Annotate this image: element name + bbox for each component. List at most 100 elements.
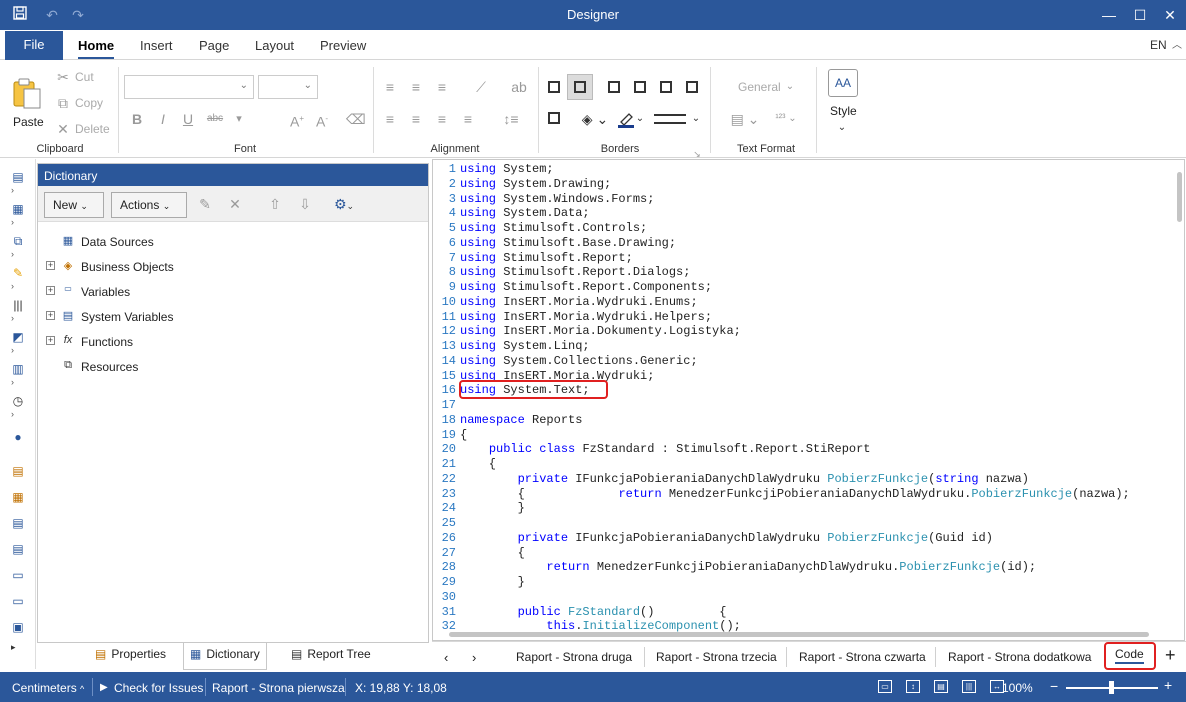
chevron-right-icon[interactable]: › — [11, 313, 14, 323]
page-height-icon[interactable]: ↕ — [906, 680, 920, 693]
align-top-right-icon[interactable]: ≡ — [434, 78, 450, 96]
multi-page-icon[interactable]: ||| — [962, 680, 976, 693]
border-style-icon[interactable] — [654, 114, 686, 124]
barcode-icon[interactable]: ||| — [9, 298, 27, 312]
chevron-up-icon[interactable]: ︿ — [1172, 36, 1182, 51]
code-line[interactable]: 30 — [433, 590, 1168, 605]
tree-item-system-variables[interactable]: + ▤ System Variables — [38, 307, 418, 327]
code-line[interactable]: 27 { — [433, 546, 1168, 561]
text-angle-icon[interactable]: ⟋ — [470, 78, 492, 96]
align-justify-icon[interactable]: ≡ — [460, 110, 476, 128]
paste-button[interactable]: Paste — [13, 115, 44, 129]
tab-properties[interactable]: ▤ Properties — [89, 643, 172, 670]
tab-code[interactable]: Code — [1115, 647, 1144, 664]
report-summary-icon[interactable]: ▣ — [9, 620, 27, 634]
zoom-in-icon[interactable]: + — [1164, 677, 1172, 693]
move-down-icon[interactable]: ⇩ — [296, 195, 314, 213]
code-line[interactable]: 29 } — [433, 575, 1168, 590]
shape-icon[interactable]: ◩ — [9, 330, 27, 344]
tree-item-variables[interactable]: + ▭ Variables — [38, 282, 418, 302]
style-button[interactable]: Style — [830, 104, 857, 118]
border-left-icon[interactable] — [634, 81, 646, 93]
code-line[interactable]: 31 public FzStandard() { — [433, 605, 1168, 620]
report-title-icon[interactable]: ▦ — [9, 490, 27, 504]
gauge-icon[interactable]: ◷ — [9, 394, 27, 408]
border-outside-icon[interactable] — [548, 112, 560, 124]
zoom-out-icon[interactable]: − — [1050, 678, 1058, 694]
chevron-right-icon[interactable]: › — [11, 377, 14, 387]
code-line[interactable]: 25 — [433, 516, 1168, 531]
chevron-right-icon[interactable]: › — [11, 409, 14, 419]
style-icon[interactable]: AA — [828, 69, 858, 97]
language-selector[interactable]: EN — [1150, 38, 1167, 52]
fill-color-icon[interactable]: ◈ ⌄ — [580, 110, 610, 128]
format-icon[interactable]: ▤ ⌄ — [730, 110, 760, 128]
zoom-slider-thumb[interactable] — [1109, 681, 1114, 694]
check-issues-button[interactable]: Check for Issues — [114, 681, 203, 695]
tab-insert[interactable]: Insert — [140, 38, 173, 53]
expand-icon[interactable]: + — [46, 286, 55, 295]
align-right-icon[interactable]: ≡ — [434, 110, 450, 128]
bold-icon[interactable]: B — [128, 110, 146, 128]
code-line[interactable]: 12 using InsERT.Moria.Dokumenty.Logistyka… — [433, 324, 1168, 339]
units-selector[interactable]: Centimeters ^ — [12, 681, 84, 695]
chevron-right-icon[interactable]: › — [11, 185, 14, 195]
single-page-icon[interactable]: ▤ — [934, 680, 948, 693]
tree-item-business-objects[interactable]: + ◈ Business Objects — [38, 257, 418, 277]
code-line[interactable]: 24 } — [433, 501, 1168, 516]
code-line[interactable]: 20 public class FzStandard : Stimulsoft.… — [433, 442, 1168, 457]
italic-icon[interactable]: I — [154, 110, 172, 128]
shrink-font-icon[interactable]: A- — [313, 110, 331, 131]
code-line[interactable]: 1 using System; — [433, 162, 1168, 177]
expand-icon[interactable]: + — [46, 336, 55, 345]
close-icon[interactable]: ✕ — [1160, 5, 1180, 25]
align-top-left-icon[interactable]: ≡ — [382, 78, 398, 96]
number-format-icon[interactable]: ¹²³ ⌄ — [770, 110, 802, 128]
maximize-icon[interactable]: ☐ — [1130, 5, 1150, 25]
scroll-left-icon[interactable]: ‹ — [444, 650, 448, 665]
tree-item-functions[interactable]: + fx Functions — [38, 332, 418, 352]
chart-icon[interactable]: ▥ — [9, 362, 27, 376]
page-view-icon[interactable]: ▭ — [878, 680, 892, 693]
cut-button[interactable]: Cut — [75, 70, 94, 84]
page-tab[interactable]: Raport - Strona dodatkowa — [948, 650, 1091, 664]
chevron-right-icon[interactable]: › — [11, 345, 14, 355]
tab-report-tree[interactable]: ▤ Report Tree — [285, 643, 377, 670]
tab-home[interactable]: Home — [78, 38, 115, 59]
code-line[interactable]: 5 using Stimulsoft.Controls; — [433, 221, 1168, 236]
chevron-right-icon[interactable]: › — [11, 281, 14, 291]
code-line[interactable]: 14 using System.Collections.Generic; — [433, 354, 1168, 369]
align-center-icon[interactable]: ≡ — [408, 110, 424, 128]
page-tab[interactable]: Raport - Strona czwarta — [799, 650, 926, 664]
settings-gear-icon[interactable]: ⚙⌄ — [330, 195, 358, 215]
code-line[interactable]: 10 using InsERT.Moria.Wydruki.Enums; — [433, 295, 1168, 310]
vertical-scrollbar[interactable] — [1177, 172, 1182, 222]
page-header-icon[interactable]: ▤ — [9, 464, 27, 478]
code-line[interactable]: 17 — [433, 398, 1168, 413]
code-line[interactable]: 2 using System.Drawing; — [433, 177, 1168, 192]
chevron-down-icon[interactable]: ⌄ — [634, 110, 646, 128]
code-line[interactable]: 13 using System.Linq; — [433, 339, 1168, 354]
data-band-icon[interactable]: ▤ — [9, 542, 27, 556]
delete-button[interactable]: Delete — [75, 122, 110, 136]
font-size-combo[interactable]: ⌄ — [258, 75, 318, 99]
scroll-right-icon[interactable]: › — [472, 650, 476, 665]
font-color-icon[interactable]: ▾ — [233, 110, 245, 128]
expand-icon[interactable]: + — [46, 311, 55, 320]
minimize-icon[interactable]: — — [1099, 5, 1119, 25]
chevron-right-icon[interactable]: › — [11, 249, 14, 259]
font-name-combo[interactable]: ⌄ — [124, 75, 254, 99]
new-button[interactable]: New ⌄ — [44, 192, 104, 218]
code-line[interactable]: 19 { — [433, 428, 1168, 443]
strikethrough-icon[interactable]: abc — [204, 110, 226, 128]
clear-format-icon[interactable]: ⌫ — [346, 110, 366, 128]
edit-icon[interactable]: ✎ — [196, 195, 214, 213]
chevron-right-icon[interactable]: › — [11, 217, 14, 227]
copy-button[interactable]: Copy — [75, 96, 103, 110]
chevron-down-icon[interactable]: ⌄ — [690, 110, 702, 128]
horizontal-scrollbar[interactable] — [449, 632, 1149, 637]
footer-band-icon[interactable]: ▭ — [9, 568, 27, 582]
actions-button[interactable]: Actions ⌄ — [111, 192, 187, 218]
word-wrap-icon[interactable]: ab — [510, 78, 528, 96]
code-line[interactable]: 7 using Stimulsoft.Report; — [433, 251, 1168, 266]
